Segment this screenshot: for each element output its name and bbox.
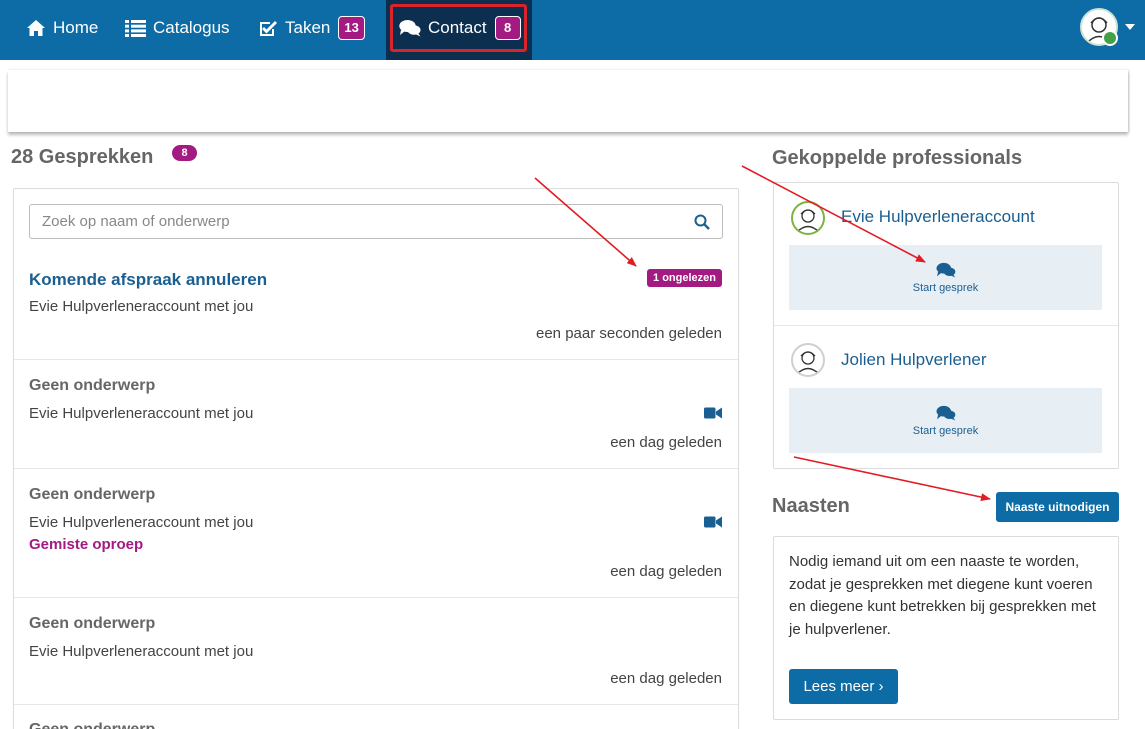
read-more-button[interactable]: Lees meer › xyxy=(789,669,898,704)
conversation-participants: Evie Hulpverleneraccount met jou xyxy=(29,405,254,422)
unread-badge: 1 ongelezen xyxy=(647,269,722,287)
nav-catalogus-label: Catalogus xyxy=(153,18,230,37)
naasten-description: Nodig iemand uit om een naaste te worden… xyxy=(789,553,1096,638)
conversation-title[interactable]: Geen onderwerp xyxy=(29,615,155,633)
professional-avatar xyxy=(791,343,825,377)
professional-name[interactable]: Jolien Hulpverlener xyxy=(841,350,987,370)
video-camera-icon xyxy=(704,407,722,419)
chat-bubbles-icon xyxy=(935,405,955,421)
nav-taken[interactable]: Taken 13 xyxy=(258,0,365,56)
conversation-title[interactable]: Geen onderwerp xyxy=(29,486,155,504)
video-camera-icon xyxy=(704,516,722,528)
conversation-time: een dag geleden xyxy=(610,434,722,451)
divider xyxy=(774,325,1118,326)
conversation-time: een dag geleden xyxy=(610,563,722,580)
conversation-participants: Evie Hulpverleneraccount met jou xyxy=(29,643,254,660)
unread-total-badge: 8 xyxy=(172,145,197,161)
professional-name[interactable]: Evie Hulpverleneraccount xyxy=(841,207,1035,227)
start-conversation-button[interactable]: Start gesprek xyxy=(789,388,1102,453)
nav-home[interactable]: Home xyxy=(26,0,98,56)
conversation-time: een dag geleden xyxy=(610,670,722,687)
conversation-time: een paar seconden geleden xyxy=(536,325,722,342)
conversation-title[interactable]: Geen onderwerp xyxy=(29,721,155,729)
visibility-eye-icon xyxy=(1102,30,1118,46)
checkbox-icon xyxy=(260,21,277,36)
conversations-heading: 28 Gesprekken xyxy=(11,146,154,168)
professional-avatar xyxy=(791,201,825,235)
list-icon xyxy=(125,19,146,37)
start-conversation-button[interactable]: Start gesprek xyxy=(789,245,1102,310)
nav-catalogus[interactable]: Catalogus xyxy=(125,0,230,56)
search-box xyxy=(29,204,723,239)
user-face-icon xyxy=(796,209,820,233)
chevron-down-icon[interactable] xyxy=(1125,24,1135,30)
taken-count-badge: 13 xyxy=(338,16,365,40)
missed-call-status: Gemiste oproep xyxy=(29,536,144,553)
user-face-icon xyxy=(796,351,820,375)
invite-relative-button[interactable]: Naaste uitnodigen xyxy=(996,492,1119,522)
conversation-item[interactable]: Geen onderwerp Evie Hulpverleneraccount … xyxy=(14,469,738,598)
info-banner xyxy=(8,70,1128,132)
conversation-participants: Evie Hulpverleneraccount met jou xyxy=(29,514,254,531)
start-conversation-label: Start gesprek xyxy=(912,281,979,294)
conversation-title[interactable]: Komende afspraak annuleren xyxy=(29,270,267,290)
conversation-item[interactable]: Geen onderwerp Evie Hulpverleneraccount … xyxy=(14,598,738,705)
conversation-title[interactable]: Geen onderwerp xyxy=(29,377,155,395)
start-conversation-label: Start gesprek xyxy=(912,424,979,437)
conversation-item[interactable]: Komende afspraak annuleren 1 ongelezen E… xyxy=(14,256,738,360)
chat-bubbles-icon xyxy=(935,262,955,278)
conversation-item[interactable]: Geen onderwerp Evie Hulpverleneraccount … xyxy=(14,360,738,469)
home-icon xyxy=(27,20,45,36)
search-icon[interactable] xyxy=(694,214,710,230)
conversation-participants: Evie Hulpverleneraccount met jou xyxy=(29,298,254,315)
conversation-item[interactable]: Geen onderwerp xyxy=(14,705,738,729)
nav-taken-label: Taken xyxy=(285,18,331,37)
contact-highlight-frame xyxy=(390,4,527,52)
nav-home-label: Home xyxy=(53,18,99,37)
search-input[interactable] xyxy=(30,205,670,238)
naasten-heading: Naasten xyxy=(772,495,850,517)
professionals-heading: Gekoppelde professionals xyxy=(772,147,1023,169)
